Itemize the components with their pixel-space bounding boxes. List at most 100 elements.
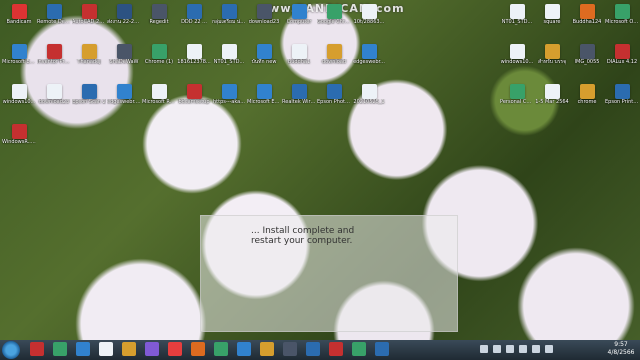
taskbar-clock[interactable]: 9:57 4/8/2566 — [606, 341, 636, 357]
app-icon — [326, 84, 342, 99]
desktop-icon[interactable]: download — [317, 42, 351, 76]
taskbar-app-button[interactable] — [53, 342, 67, 356]
install-message: ... Install complete and restart your co… — [251, 226, 355, 246]
desktop-icon[interactable]: DIALux 4.12 — [605, 42, 639, 76]
tray-icon[interactable] — [545, 345, 553, 353]
desktop-icon[interactable]: Buddha1 — [282, 42, 316, 76]
app-icon — [221, 84, 237, 99]
desktop-icon[interactable]: NT01_STD... — [212, 42, 246, 76]
taskbar-app-button[interactable] — [237, 342, 251, 356]
app-icon — [151, 44, 167, 59]
desktop-icon[interactable]: 181612378... — [177, 42, 211, 76]
desktop-icon[interactable]: Epson Scan 2 — [72, 82, 106, 116]
desktop-icon[interactable]: windows10... — [500, 42, 534, 76]
clock-date: 4/8/2566 — [607, 349, 635, 356]
taskbar-app-button[interactable] — [329, 342, 343, 356]
app-icon — [509, 4, 525, 19]
desktop-icon-label: Personal Channel — [500, 99, 534, 105]
tray-icon[interactable] — [519, 345, 527, 353]
desktop-icon[interactable]: ShaDeWaW — [107, 42, 141, 76]
desktop-icon[interactable]: Thanadej — [72, 42, 106, 76]
desktop-icon[interactable]: Microsoft Edge — [2, 42, 36, 76]
desktop-icon[interactable]: Epson Photo+ — [317, 82, 351, 116]
taskbar-app-button[interactable] — [214, 342, 228, 356]
desktop-icon[interactable]: Realtek Wireless LAN — [282, 82, 316, 116]
desktop-icon[interactable]: Microsoft Edge (2) — [247, 82, 281, 116]
desktop-icon[interactable]: บันทึก new — [247, 42, 281, 76]
desktop-icon[interactable]: Microsoft Root Certifi... — [142, 82, 176, 116]
taskbar-app-button[interactable] — [99, 342, 113, 356]
taskbar-app-button[interactable] — [283, 342, 297, 356]
desktop-icon[interactable]: สำหรับ บรรจุ — [535, 42, 569, 76]
desktop-icon[interactable]: 20210525_1 — [352, 82, 386, 116]
desktop-icon[interactable]: AutoCAD 2013 - English — [72, 2, 106, 36]
tray-icon[interactable] — [493, 345, 501, 353]
desktop-icon[interactable]: Computer — [282, 2, 316, 36]
app-icon — [614, 84, 630, 99]
desktop-icon[interactable]: Bandicam — [2, 2, 36, 36]
desktop-icon[interactable]: Personal Channel — [500, 82, 534, 116]
desktop-icon[interactable]: Buddha124 — [570, 2, 604, 36]
desktop-icon-label: IMG_0055 — [574, 59, 600, 65]
desktop-icon[interactable]: DDD 22 ... — [177, 2, 211, 36]
desktop-icon[interactable]: Google Chrome — [317, 2, 351, 36]
desktop-icon[interactable]: https---aka... — [212, 82, 246, 116]
desktop-icon-label: 181612378... — [177, 59, 211, 65]
taskbar-app-button[interactable] — [306, 342, 320, 356]
taskbar-app-button[interactable] — [76, 342, 90, 356]
tray-icon[interactable] — [532, 345, 540, 353]
desktop-icon[interactable]: NT01_STD... — [500, 2, 534, 36]
app-icon — [151, 84, 167, 99]
desktop-icon[interactable]: chrome — [570, 82, 604, 116]
app-icon — [361, 84, 377, 99]
desktop-icon-label: NT01_STD... — [213, 59, 245, 65]
app-icon — [186, 4, 202, 19]
desktop-icon[interactable]: edgeswebr... — [352, 42, 386, 76]
desktop-icon[interactable]: IMG_0055 — [570, 42, 604, 76]
taskbar-app-button[interactable] — [260, 342, 274, 356]
desktop-icon[interactable]: Chrome (1) — [142, 42, 176, 76]
app-icon — [579, 44, 595, 59]
desktop-icon[interactable]: Epson Printer Connecti... — [605, 82, 639, 116]
desktop-icon-label: download23 — [248, 19, 280, 25]
desktop-icon[interactable]: download23 — [247, 2, 281, 36]
desktop-icon[interactable]: ส่งงาน 22-25 ... — [107, 2, 141, 36]
app-icon — [256, 44, 272, 59]
app-icon — [291, 84, 307, 99]
desktop-icon[interactable]: download23 — [37, 82, 71, 116]
desktop-icon-label: download23 — [38, 99, 70, 105]
desktop-icon-label: chrome — [577, 99, 597, 105]
tray-icon[interactable] — [480, 345, 488, 353]
desktop-icon[interactable]: 1-5 Mar 2564 — [535, 82, 569, 116]
desktop-icon[interactable]: Regedit — [142, 2, 176, 36]
desktop-icon-label: Remote Desktop... — [37, 19, 71, 25]
start-button[interactable] — [2, 341, 20, 359]
taskbar-app-button[interactable] — [145, 342, 159, 356]
taskbar-app-button[interactable] — [375, 342, 389, 356]
taskbar-app-button[interactable] — [122, 342, 136, 356]
taskbar-app-button[interactable] — [191, 342, 205, 356]
desktop-icon[interactable]: Remote Desktop... — [37, 2, 71, 36]
desktop-icon[interactable]: edgeswebr... (2) — [107, 82, 141, 116]
desktop-icon[interactable]: Microsoft Office Pr... — [605, 2, 639, 36]
taskbar-app-button[interactable] — [30, 342, 44, 356]
desktop-icon[interactable]: bdcamsetup — [177, 82, 211, 116]
desktop-icon-label: DIALux 4.12 — [606, 59, 638, 65]
desktop-icon-label: Microsoft Root Certifi... — [142, 99, 176, 105]
desktop-icon[interactable]: WindowsR... 13.64 — [2, 122, 36, 156]
taskbar-app-button[interactable] — [352, 342, 366, 356]
desktop-icon-label: กลุ่มเตรียม น่าน — [212, 19, 246, 25]
desktop-icon-label: Microsoft Edge (2) — [247, 99, 281, 105]
desktop-icon[interactable]: 10t/28863... — [352, 2, 386, 36]
desktop-icon[interactable]: Inventor Professio... — [37, 42, 71, 76]
tray-icon[interactable] — [506, 345, 514, 353]
desktop-icon[interactable]: square — [535, 2, 569, 36]
app-icon — [509, 84, 525, 99]
desktop-icon-label: Inventor Professio... — [37, 59, 71, 65]
desktop-icon-label: edgeswebr... (2) — [107, 99, 141, 105]
taskbar-app-button[interactable] — [168, 342, 182, 356]
desktop-icon[interactable]: windows10... — [2, 82, 36, 116]
desktop-icon[interactable]: กลุ่มเตรียม น่าน — [212, 2, 246, 36]
desktop-icon-label: DDD 22 ... — [181, 19, 207, 25]
app-icon — [579, 84, 595, 99]
